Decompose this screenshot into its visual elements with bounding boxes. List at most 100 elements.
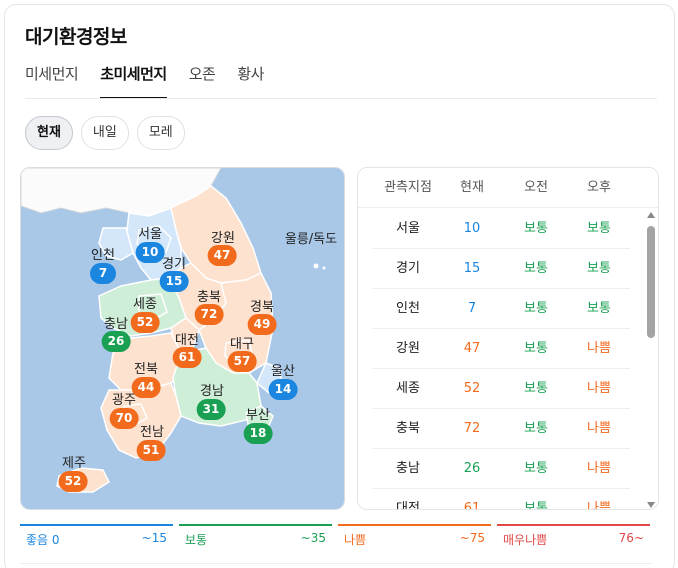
cell-pm: 보통 [587, 221, 611, 236]
cell-now: 52 [463, 381, 481, 396]
region-name-ulleung: 울릉/독도 [284, 232, 338, 247]
widget-title: 대기환경정보 [25, 26, 127, 48]
scroll-down-icon[interactable] [647, 502, 655, 508]
region-value-gyeongbuk[interactable]: 49 [247, 314, 277, 335]
cell-am: 보통 [524, 461, 548, 476]
region-value-gyeonggi[interactable]: 15 [159, 271, 189, 292]
region-value-jeju[interactable]: 52 [58, 471, 88, 492]
legend-label: 나쁨 [344, 533, 367, 547]
tab-pm25[interactable]: 초미세먼지 [100, 62, 167, 99]
region-name-jeju: 제주 [62, 456, 86, 471]
region-name-daejeon: 대전 [175, 333, 199, 348]
header-now: 현재 [460, 180, 484, 195]
cell-now: 7 [467, 301, 477, 316]
region-value-incheon[interactable]: 7 [90, 263, 116, 284]
cell-pm: 보통 [587, 301, 611, 316]
legend-normal: 보통 ~35 [179, 524, 332, 548]
legend-label: 좋음 0 [26, 533, 60, 547]
cell-pm: 나쁨 [587, 341, 611, 356]
tab-ozone[interactable]: 오존 [189, 62, 216, 99]
cell-am: 보통 [524, 381, 548, 396]
table-row[interactable]: 충북 72 보통 나쁨 [358, 409, 648, 449]
region-value-jeonnam[interactable]: 51 [136, 440, 166, 461]
cell-now: 10 [463, 221, 481, 236]
tabs-divider [25, 98, 657, 99]
cell-am: 보통 [524, 301, 548, 316]
table-row[interactable]: 인천 7 보통 보통 [358, 289, 648, 329]
korea-map[interactable]: 서울 10 인천 7 경기 15 강원 47 울릉/독도 세종 52 충북 72… [20, 167, 345, 510]
cell-site: 대전 [396, 501, 420, 510]
region-value-ulsan[interactable]: 14 [268, 379, 298, 400]
region-value-seoul[interactable]: 10 [135, 242, 165, 263]
region-value-gwangju[interactable]: 70 [109, 408, 139, 429]
header-site: 관측지점 [384, 180, 432, 195]
cell-site: 서울 [396, 221, 420, 236]
bottom-divider [20, 563, 652, 564]
region-name-gwangju: 광주 [112, 393, 136, 408]
region-name-jeonnam: 전남 [140, 425, 164, 440]
cell-site: 세종 [396, 381, 420, 396]
cell-am: 보통 [524, 261, 548, 276]
region-name-sejong: 세종 [133, 297, 157, 312]
table-row[interactable]: 대전 61 보통 나쁨 [358, 489, 648, 510]
region-name-incheon: 인천 [91, 248, 115, 263]
region-name-gyeongbuk: 경북 [250, 300, 274, 315]
region-name-chungnam: 충남 [104, 317, 128, 332]
cell-site: 충남 [396, 461, 420, 476]
header-am: 오전 [524, 180, 548, 195]
region-value-gyeongnam[interactable]: 31 [196, 399, 226, 420]
region-name-chungbuk: 충북 [197, 290, 221, 305]
region-value-sejong[interactable]: 52 [130, 312, 160, 333]
scroll-thumb[interactable] [647, 226, 655, 338]
cell-site: 인천 [396, 301, 420, 316]
cell-pm: 나쁨 [587, 421, 611, 436]
legend-label: 매우나쁨 [503, 533, 548, 547]
scroll-up-icon[interactable] [647, 212, 655, 218]
cell-pm: 나쁨 [587, 381, 611, 396]
table-row[interactable]: 충남 26 보통 나쁨 [358, 449, 648, 489]
region-value-daejeon[interactable]: 61 [172, 347, 202, 368]
legend-bad: 나쁨 ~75 [338, 524, 491, 548]
chip-day-after[interactable]: 모레 [136, 116, 185, 150]
cell-site: 충북 [396, 421, 420, 436]
header-pm: 오후 [587, 180, 611, 195]
legend-very-bad: 매우나쁨 76~ [497, 524, 650, 548]
region-name-jeonbuk: 전북 [134, 362, 158, 377]
legend-range: ~15 [141, 531, 167, 545]
region-value-busan[interactable]: 18 [243, 423, 273, 444]
cell-site: 강원 [396, 341, 420, 356]
legend-label: 보통 [185, 533, 208, 547]
table-row[interactable]: 강원 47 보통 나쁨 [358, 329, 648, 369]
region-value-chungbuk[interactable]: 72 [194, 304, 224, 325]
region-name-gangwon: 강원 [211, 231, 235, 246]
table-row[interactable]: 서울 10 보통 보통 [358, 209, 648, 249]
region-value-chungnam[interactable]: 26 [101, 331, 131, 352]
table-row[interactable]: 경기 15 보통 보통 [358, 249, 648, 289]
day-chips: 현재 내일 모레 [25, 116, 185, 150]
cell-now: 61 [463, 501, 481, 510]
cell-now: 72 [463, 421, 481, 436]
chip-tomorrow[interactable]: 내일 [80, 116, 129, 150]
region-name-daegu: 대구 [230, 337, 254, 352]
tab-pm10[interactable]: 미세먼지 [25, 62, 79, 99]
cell-am: 보통 [524, 421, 548, 436]
tab-yellow-dust[interactable]: 황사 [237, 62, 264, 99]
region-value-daegu[interactable]: 57 [227, 351, 257, 372]
legend-good: 좋음 0 ~15 [20, 524, 173, 548]
region-value-gangwon[interactable]: 47 [207, 245, 237, 266]
cell-pm: 나쁨 [587, 501, 611, 510]
pollutant-tabs: 미세먼지 초미세먼지 오존 황사 [25, 62, 286, 99]
cell-now: 26 [463, 461, 481, 476]
cell-now: 15 [463, 261, 481, 276]
region-name-gyeonggi: 경기 [162, 257, 186, 272]
table-body[interactable]: 서울 10 보통 보통 경기 15 보통 보통 인천 7 보통 보통 강원 47 보통 나쁨 세종 52 보통 나쁨 충… [358, 209, 648, 510]
table-scrollbar[interactable] [647, 212, 655, 508]
cell-am: 보통 [524, 341, 548, 356]
region-name-busan: 부산 [246, 408, 270, 423]
cell-now: 47 [463, 341, 481, 356]
chip-now[interactable]: 현재 [25, 116, 73, 150]
legend-range: 76~ [618, 531, 644, 545]
legend: 좋음 0 ~15 보통 ~35 나쁨 ~75 매우나쁨 76~ [20, 524, 650, 548]
region-name-seoul: 서울 [138, 227, 162, 242]
table-row[interactable]: 세종 52 보통 나쁨 [358, 369, 648, 409]
